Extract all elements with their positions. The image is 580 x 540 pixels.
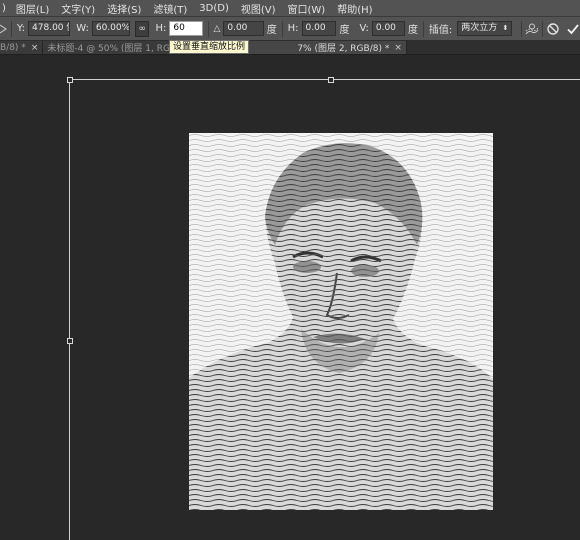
menu-item-partial[interactable]: ) [0, 3, 10, 14]
menu-item-window[interactable]: 窗口(W) [282, 1, 332, 16]
interpolation-label: 插值: [428, 25, 453, 36]
w-label: W: [76, 23, 89, 34]
tab-label: B/8) * [0, 42, 26, 53]
tooltip: 设置垂直缩放比例 [169, 40, 250, 54]
canvas-area[interactable] [0, 55, 580, 540]
vskew-label: V: [359, 23, 369, 34]
cancel-transform-icon[interactable] [546, 21, 560, 37]
transform-handle-top-left[interactable] [67, 77, 73, 83]
menu-item-select[interactable]: 选择(S) [101, 1, 147, 16]
menu-item-layer[interactable]: 图层(L) [10, 1, 55, 16]
horizontal-skew-field[interactable]: 0.00 [301, 21, 337, 36]
tab-document-1[interactable]: B/8) * × [0, 41, 44, 54]
transform-handle-top-middle[interactable] [328, 77, 334, 83]
tab-label: 7% (图层 2, RGB/8) * [297, 44, 390, 54]
angle-icon: △ [213, 23, 221, 34]
menu-item-3d[interactable]: 3D(D) [193, 3, 235, 14]
reference-point-icon[interactable] [0, 21, 9, 37]
width-scale-field[interactable]: 60.00% [91, 21, 131, 36]
separator [281, 20, 283, 37]
close-icon[interactable]: × [394, 43, 402, 53]
menu-item-filter[interactable]: 滤镜(T) [147, 1, 193, 16]
separator [423, 20, 424, 37]
separator [10, 20, 12, 37]
y-label: Y: [16, 23, 26, 34]
angle-unit: 度 [266, 25, 277, 36]
height-scale-field[interactable]: 60 [169, 21, 203, 36]
vertical-skew-field[interactable]: 0.00 [371, 21, 406, 36]
maintain-aspect-link-icon[interactable]: ∞ [134, 20, 150, 37]
interpolation-select[interactable]: 两次立方 ⬍ [457, 21, 513, 36]
transform-handle-middle-left[interactable] [67, 338, 73, 344]
select-arrow-icon: ⬍ [502, 24, 509, 32]
vskew-unit: 度 [408, 25, 419, 36]
menu-item-help[interactable]: 帮助(H) [331, 1, 378, 16]
options-bar: Y: 478.00 像素 W: 60.00% ∞ H: 60 △ 0.00 度 … [0, 17, 580, 41]
y-position-field[interactable]: 478.00 像素 [28, 21, 71, 36]
hskew-unit: 度 [339, 25, 350, 36]
menu-item-view[interactable]: 视图(V) [235, 1, 282, 16]
rotate-angle-field[interactable]: 0.00 [223, 21, 264, 36]
separator [207, 20, 209, 37]
menu-bar: ) 图层(L) 文字(Y) 选择(S) 滤镜(T) 3D(D) 视图(V) 窗口… [0, 0, 580, 17]
line-art-portrait [189, 133, 493, 510]
separator [541, 20, 543, 37]
commit-transform-icon[interactable] [566, 21, 580, 37]
hskew-label: H: [287, 23, 299, 34]
close-icon[interactable]: × [31, 43, 39, 53]
menu-item-type[interactable]: 文字(Y) [55, 1, 101, 16]
interpolation-value: 两次立方 [461, 23, 498, 33]
separator [520, 20, 522, 37]
document-tab-bar: B/8) * × 未标题-4 @ 50% (图层 1, RGB/8) * × 7… [0, 41, 580, 55]
portrait-photo [189, 133, 493, 510]
warp-mode-icon[interactable] [525, 21, 539, 37]
h-label: H: [155, 23, 167, 34]
